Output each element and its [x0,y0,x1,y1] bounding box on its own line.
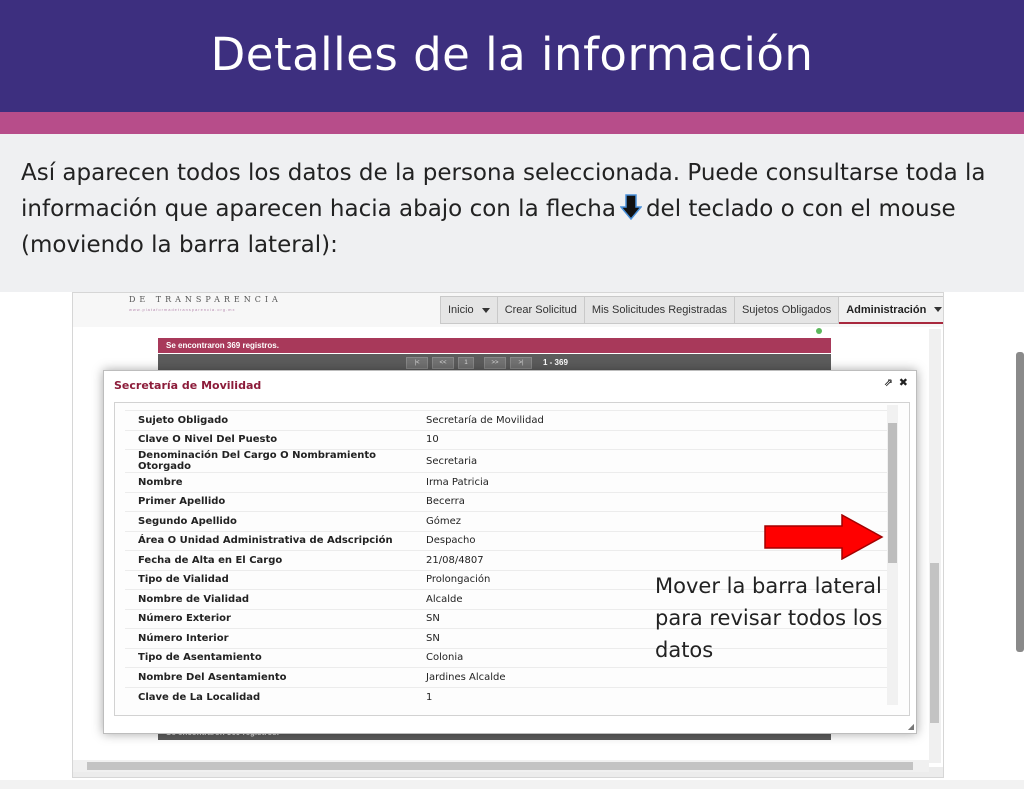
chevron-down-icon [934,307,943,312]
site-logo-url: www.plataformadetransparencia.org.mx [129,307,236,312]
nav-sujetos-obligados[interactable]: Sujetos Obligados [734,296,840,324]
external-link-icon[interactable]: ⇗ [884,376,893,389]
detail-label: Denominación Del Cargo O Nombramiento Ot… [125,449,426,473]
detail-label: Área O Unidad Administrativa de Adscripc… [125,530,426,551]
modal-title: Secretaría de Movilidad [114,379,262,392]
detail-value: Irma Patricia [426,472,893,492]
main-nav: Inicio Crear Solicitud Mis Solicitudes R… [440,296,943,324]
detail-label: Número Exterior [125,608,426,629]
intro-text: Así aparecen todos los datos de la perso… [21,155,1011,263]
pager-range: 1 - 369 [543,358,568,367]
nav-administracion-label: Administración [846,303,927,316]
status-dot-icon [816,328,822,334]
detail-value: 1 [426,686,893,707]
table-row: Clave O Nivel Del Puesto 10 [125,429,893,450]
detail-label: Clave de La Localidad [125,686,426,707]
site-logo[interactable]: DE TRANSPARENCIA [129,295,282,304]
red-arrow-icon [764,514,884,560]
nav-crear-solicitud-label: Crear Solicitud [504,304,577,316]
detail-label: Nombre de Vialidad [125,589,426,609]
page-vertical-scroll-thumb[interactable] [930,563,939,723]
nav-crear-solicitud[interactable]: Crear Solicitud [497,296,585,324]
nav-sujetos-obligados-label: Sujetos Obligados [741,304,832,316]
detail-value: Jardines Alcalde [426,667,893,687]
down-arrow-key-icon [619,194,642,220]
detail-value: Becerra [426,491,893,512]
detail-value: 10 [426,429,893,450]
detail-label: Segundo Apellido [125,511,426,531]
table-row: Nombre Del Asentamiento Jardines Alcalde [125,667,893,687]
detail-label: Fecha de Alta en El Cargo [125,550,426,570]
results-count-bar: Se encontraron 369 registros. [158,338,831,353]
resize-grip-icon[interactable]: ◢ [908,722,914,731]
table-row: Clave de La Localidad 1 [125,686,893,707]
table-row: Nombre Irma Patricia [125,472,893,492]
annotation-text: Mover la barra lateral para revisar todo… [655,574,883,662]
pager-prev-button[interactable]: << [432,357,454,369]
detail-label: Tipo de Vialidad [125,569,426,590]
pager-first-button[interactable]: |< [406,357,428,369]
nav-inicio-label: Inicio [448,304,474,316]
chevron-down-icon [481,307,490,313]
detail-vertical-scroll-thumb[interactable] [888,423,897,563]
footer-strip [0,780,1024,789]
pager-last-button[interactable]: >| [510,357,532,369]
nav-inicio[interactable]: Inicio [440,296,498,324]
accent-band [0,112,1024,134]
detail-label: Tipo de Asentamiento [125,647,426,668]
slide-scrollbar[interactable] [1016,352,1024,652]
page-horizontal-scroll-thumb[interactable] [87,762,913,770]
nav-mis-solicitudes[interactable]: Mis Solicitudes Registradas [584,296,735,324]
table-row: Sujeto Obligado Secretaría de Movilidad [125,410,893,430]
close-icon[interactable]: ✖ [899,376,908,389]
detail-label: Clave O Nivel Del Puesto [125,429,426,450]
title-banner: Detalles de la información [0,0,1024,112]
slide-title: Detalles de la información [210,28,814,81]
detail-label: Número Interior [125,628,426,648]
table-row: Denominación Del Cargo O Nombramiento Ot… [125,449,893,473]
detail-label: Nombre Del Asentamiento [125,667,426,687]
detail-value: Secretaría de Movilidad [426,410,893,430]
table-row: Primer Apellido Becerra [125,491,893,512]
detail-label: Sujeto Obligado [125,410,426,430]
site-header: DE TRANSPARENCIA www.plataformadetranspa… [73,293,943,327]
detail-label: Nombre [125,472,426,492]
detail-label: Primer Apellido [125,491,426,512]
pager-page-button[interactable]: 1 [458,357,474,369]
nav-administracion[interactable]: Administración [839,296,943,324]
detail-value: Secretaria [426,449,893,473]
nav-mis-solicitudes-label: Mis Solicitudes Registradas [591,304,727,316]
pager-next-button[interactable]: >> [484,357,506,369]
modal-controls: ⇗ ✖ [884,376,908,389]
